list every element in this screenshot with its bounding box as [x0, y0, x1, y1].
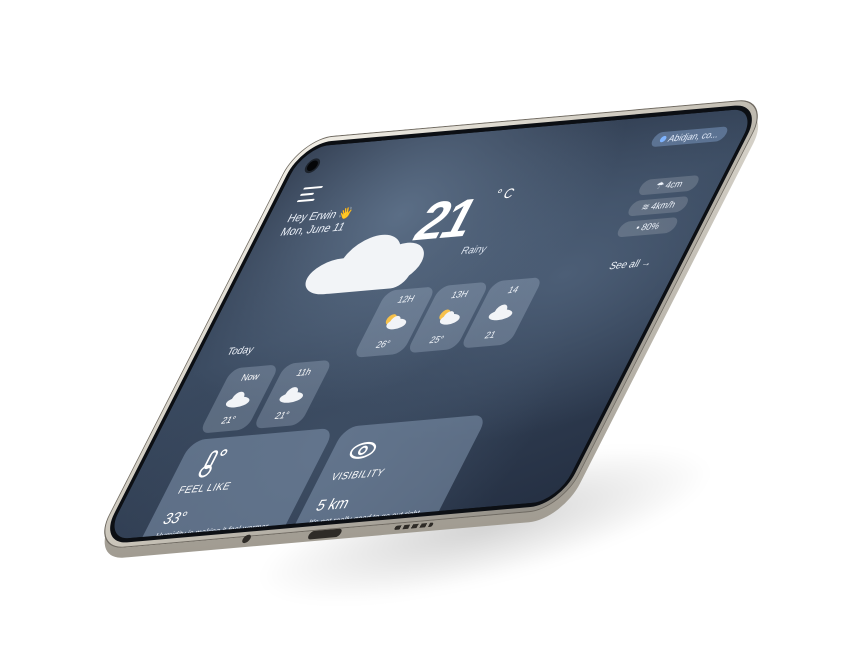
today-label: Today [224, 344, 256, 359]
cloud-icon [488, 304, 513, 321]
feel-like-title: FEEL LIKE [175, 480, 233, 497]
location-chip[interactable]: Abidjan, co... [648, 126, 731, 148]
visibility-value: 5 km [312, 494, 353, 516]
humidity-stat: • 80% [614, 216, 681, 238]
cloud-icon [225, 391, 250, 408]
rain-stat: ☂ 4cm [636, 174, 702, 196]
sun-cloud-icon [385, 314, 407, 330]
menu-icon[interactable] [296, 185, 324, 203]
visibility-title: VISIBILITY [328, 467, 387, 484]
location-label: Abidjan, co... [666, 128, 722, 144]
cloud-icon [279, 387, 304, 403]
front-camera [304, 160, 320, 172]
sun-cloud-icon [439, 309, 460, 325]
feel-like-value: 33° [159, 508, 191, 529]
thermometer-icon [198, 449, 228, 478]
temperature-unit: ° C [492, 184, 518, 203]
eye-icon [349, 441, 377, 459]
weather-condition: Rainy [458, 243, 489, 258]
wind-stat: ≋ 4km/h [625, 195, 691, 217]
